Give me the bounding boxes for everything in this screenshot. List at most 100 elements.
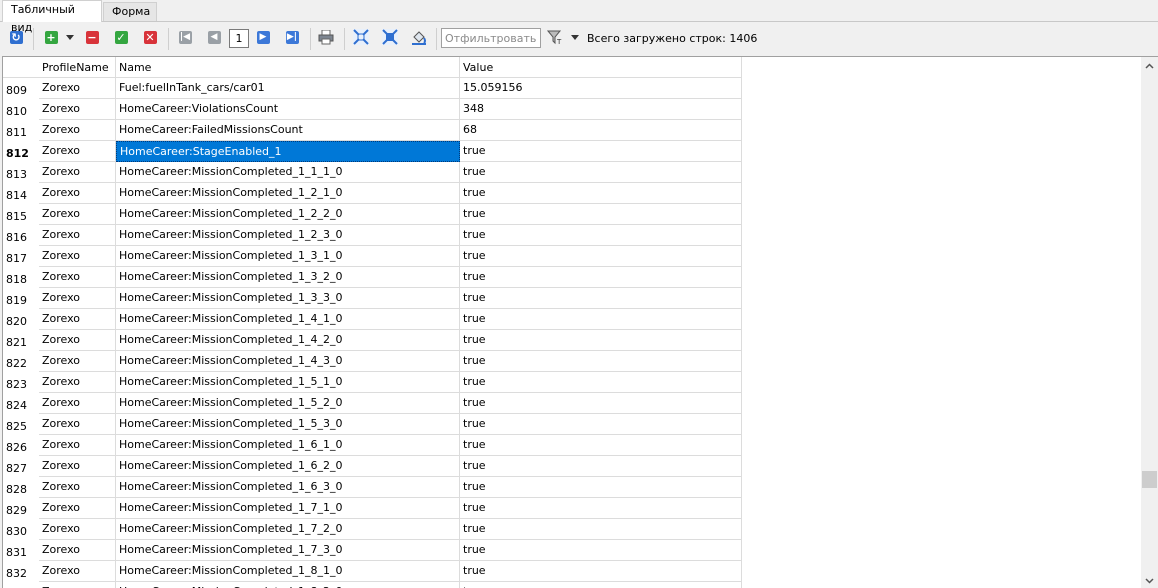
cell-profilename[interactable]: Zorexo (39, 372, 116, 393)
cell-profilename[interactable]: Zorexo (39, 330, 116, 351)
row-number[interactable]: 823 (3, 372, 39, 393)
row-number[interactable]: 831 (3, 540, 39, 561)
cell-name[interactable]: HomeCareer:MissionCompleted_1_3_3_0 (116, 288, 460, 309)
row-number[interactable]: 829 (3, 498, 39, 519)
cell-profilename[interactable]: Zorexo (39, 309, 116, 330)
cell-profilename[interactable]: Zorexo (39, 288, 116, 309)
cell-profilename[interactable]: Zorexo (39, 99, 116, 120)
row-number[interactable]: 812 (3, 141, 39, 162)
cell-value[interactable]: true (460, 204, 742, 225)
cell-value[interactable]: true (460, 267, 742, 288)
table-row[interactable]: 829 Zorexo HomeCareer:MissionCompleted_1_7… (3, 498, 743, 519)
table-row[interactable]: 825 Zorexo HomeCareer:MissionCompleted_1_5… (3, 414, 743, 435)
table-row[interactable]: 813 Zorexo HomeCareer:MissionCompleted_1_1… (3, 162, 743, 183)
cell-name[interactable]: HomeCareer:MissionCompleted_1_5_2_0 (116, 393, 460, 414)
remove-row-button[interactable]: − (84, 29, 100, 45)
table-row[interactable]: 821 Zorexo HomeCareer:MissionCompleted_1_4… (3, 330, 743, 351)
cell-value[interactable]: true (460, 477, 742, 498)
cell-name[interactable]: HomeCareer:MissionCompleted_1_2_2_0 (116, 204, 460, 225)
cell-value[interactable]: true (460, 561, 742, 582)
cell-name[interactable]: HomeCareer:MissionCompleted_1_6_1_0 (116, 435, 460, 456)
scrollbar-thumb[interactable] (1142, 471, 1157, 488)
row-number[interactable]: 811 (3, 120, 39, 141)
table-row[interactable]: 820 Zorexo HomeCareer:MissionCompleted_1_4… (3, 309, 743, 330)
add-row-button[interactable]: + (43, 29, 59, 45)
cell-name[interactable]: HomeCareer:MissionCompleted_1_5_3_0 (116, 414, 460, 435)
last-page-button[interactable]: ▶| (284, 29, 300, 45)
column-header-profilename[interactable]: ProfileName (39, 57, 116, 78)
print-button[interactable] (318, 29, 334, 45)
cell-name[interactable]: HomeCareer:ViolationsCount (116, 99, 460, 120)
row-number[interactable]: 832 (3, 561, 39, 582)
row-number[interactable]: 824 (3, 393, 39, 414)
cell-value[interactable]: true (460, 183, 742, 204)
cell-profilename[interactable]: Zorexo (39, 477, 116, 498)
table-row[interactable]: 818 Zorexo HomeCareer:MissionCompleted_1_3… (3, 267, 743, 288)
table-row[interactable]: 817 Zorexo HomeCareer:MissionCompleted_1_3… (3, 246, 743, 267)
table-row[interactable]: 816 Zorexo HomeCareer:MissionCompleted_1_2… (3, 225, 743, 246)
row-number[interactable]: 821 (3, 330, 39, 351)
cell-profilename[interactable]: Zorexo (39, 141, 116, 162)
prev-page-button[interactable]: ◀ (206, 29, 222, 45)
cell-value[interactable]: true (460, 540, 742, 561)
cell-value[interactable]: true (460, 288, 742, 309)
cell-value[interactable]: true (460, 414, 742, 435)
fit-columns-button[interactable] (382, 29, 398, 45)
cell-profilename[interactable]: Zorexo (39, 183, 116, 204)
filter-dropdown[interactable] (569, 29, 581, 45)
table-row[interactable]: 819 Zorexo HomeCareer:MissionCompleted_1_3… (3, 288, 743, 309)
cell-profilename[interactable]: Zorexo (39, 414, 116, 435)
row-number[interactable]: 827 (3, 456, 39, 477)
cell-profilename[interactable]: Zorexo (39, 561, 116, 582)
cell-value[interactable]: true (460, 351, 742, 372)
cell-profilename[interactable]: Zorexo (39, 246, 116, 267)
cell-name[interactable]: HomeCareer:MissionCompleted_1_7_3_0 (116, 540, 460, 561)
cell-profilename[interactable]: Zorexo (39, 456, 116, 477)
table-row[interactable]: 811 Zorexo HomeCareer:FailedMissionsCount 6… (3, 120, 743, 141)
scroll-up-button[interactable] (1141, 57, 1158, 74)
cell-value[interactable]: true (460, 162, 742, 183)
cell-value[interactable]: true (460, 330, 742, 351)
table-row[interactable]: 823 Zorexo HomeCareer:MissionCompleted_1_5… (3, 372, 743, 393)
table-row[interactable]: 810 Zorexo HomeCareer:ViolationsCount 348 (3, 99, 743, 120)
table-row[interactable]: ZorexoHomeCareer:MissionCompleted_1_8_2_… (3, 582, 743, 588)
row-number[interactable]: 813 (3, 162, 39, 183)
table-row[interactable]: 830 Zorexo HomeCareer:MissionCompleted_1_7… (3, 519, 743, 540)
column-header-name[interactable]: Name (116, 57, 460, 78)
tab-form[interactable]: Форма (103, 2, 157, 22)
cancel-changes-button[interactable]: ✕ (142, 29, 158, 45)
data-grid[interactable]: ProfileName Name Value 809 Zorexo Fuel:fue… (2, 56, 1158, 588)
cell-value[interactable]: 15.059156 (460, 78, 742, 99)
cell-value[interactable]: 348 (460, 99, 742, 120)
cell-name[interactable]: HomeCareer:MissionCompleted_1_8_1_0 (116, 561, 460, 582)
cell-name[interactable]: HomeCareer:MissionCompleted_1_2_1_0 (116, 183, 460, 204)
row-number[interactable]: 809 (3, 78, 39, 99)
row-number[interactable]: 822 (3, 351, 39, 372)
cell-profilename[interactable]: Zorexo (39, 393, 116, 414)
cell-value[interactable]: true (460, 393, 742, 414)
row-number[interactable]: 817 (3, 246, 39, 267)
cell-profilename[interactable]: Zorexo (39, 351, 116, 372)
first-page-button[interactable]: |◀ (177, 29, 193, 45)
row-number[interactable]: 814 (3, 183, 39, 204)
table-row[interactable]: 828 Zorexo HomeCareer:MissionCompleted_1_6… (3, 477, 743, 498)
row-number[interactable]: 825 (3, 414, 39, 435)
cell-profilename[interactable]: Zorexo (39, 582, 116, 588)
cell-value[interactable]: true (460, 309, 742, 330)
table-row[interactable]: 831 Zorexo HomeCareer:MissionCompleted_1_7… (3, 540, 743, 561)
table-row[interactable]: 809 Zorexo Fuel:fuelInTank_cars/car01 15.05… (3, 78, 743, 99)
cell-profilename[interactable]: Zorexo (39, 519, 116, 540)
cell-name[interactable]: HomeCareer:MissionCompleted_1_6_3_0 (116, 477, 460, 498)
cell-name[interactable]: HomeCareer:MissionCompleted_1_4_1_0 (116, 309, 460, 330)
cell-profilename[interactable]: Zorexo (39, 498, 116, 519)
table-row[interactable]: 812 Zorexo HomeCareer:StageEnabled_1 true (3, 141, 743, 162)
row-number[interactable]: 830 (3, 519, 39, 540)
row-number[interactable]: 818 (3, 267, 39, 288)
add-row-dropdown[interactable] (64, 29, 76, 45)
cell-profilename[interactable]: Zorexo (39, 540, 116, 561)
row-number[interactable]: 820 (3, 309, 39, 330)
cell-name[interactable]: HomeCareer:MissionCompleted_1_7_1_0 (116, 498, 460, 519)
next-page-button[interactable]: ▶ (255, 29, 271, 45)
table-row[interactable]: 814 Zorexo HomeCareer:MissionCompleted_1_2… (3, 183, 743, 204)
scroll-down-button[interactable] (1141, 572, 1158, 588)
